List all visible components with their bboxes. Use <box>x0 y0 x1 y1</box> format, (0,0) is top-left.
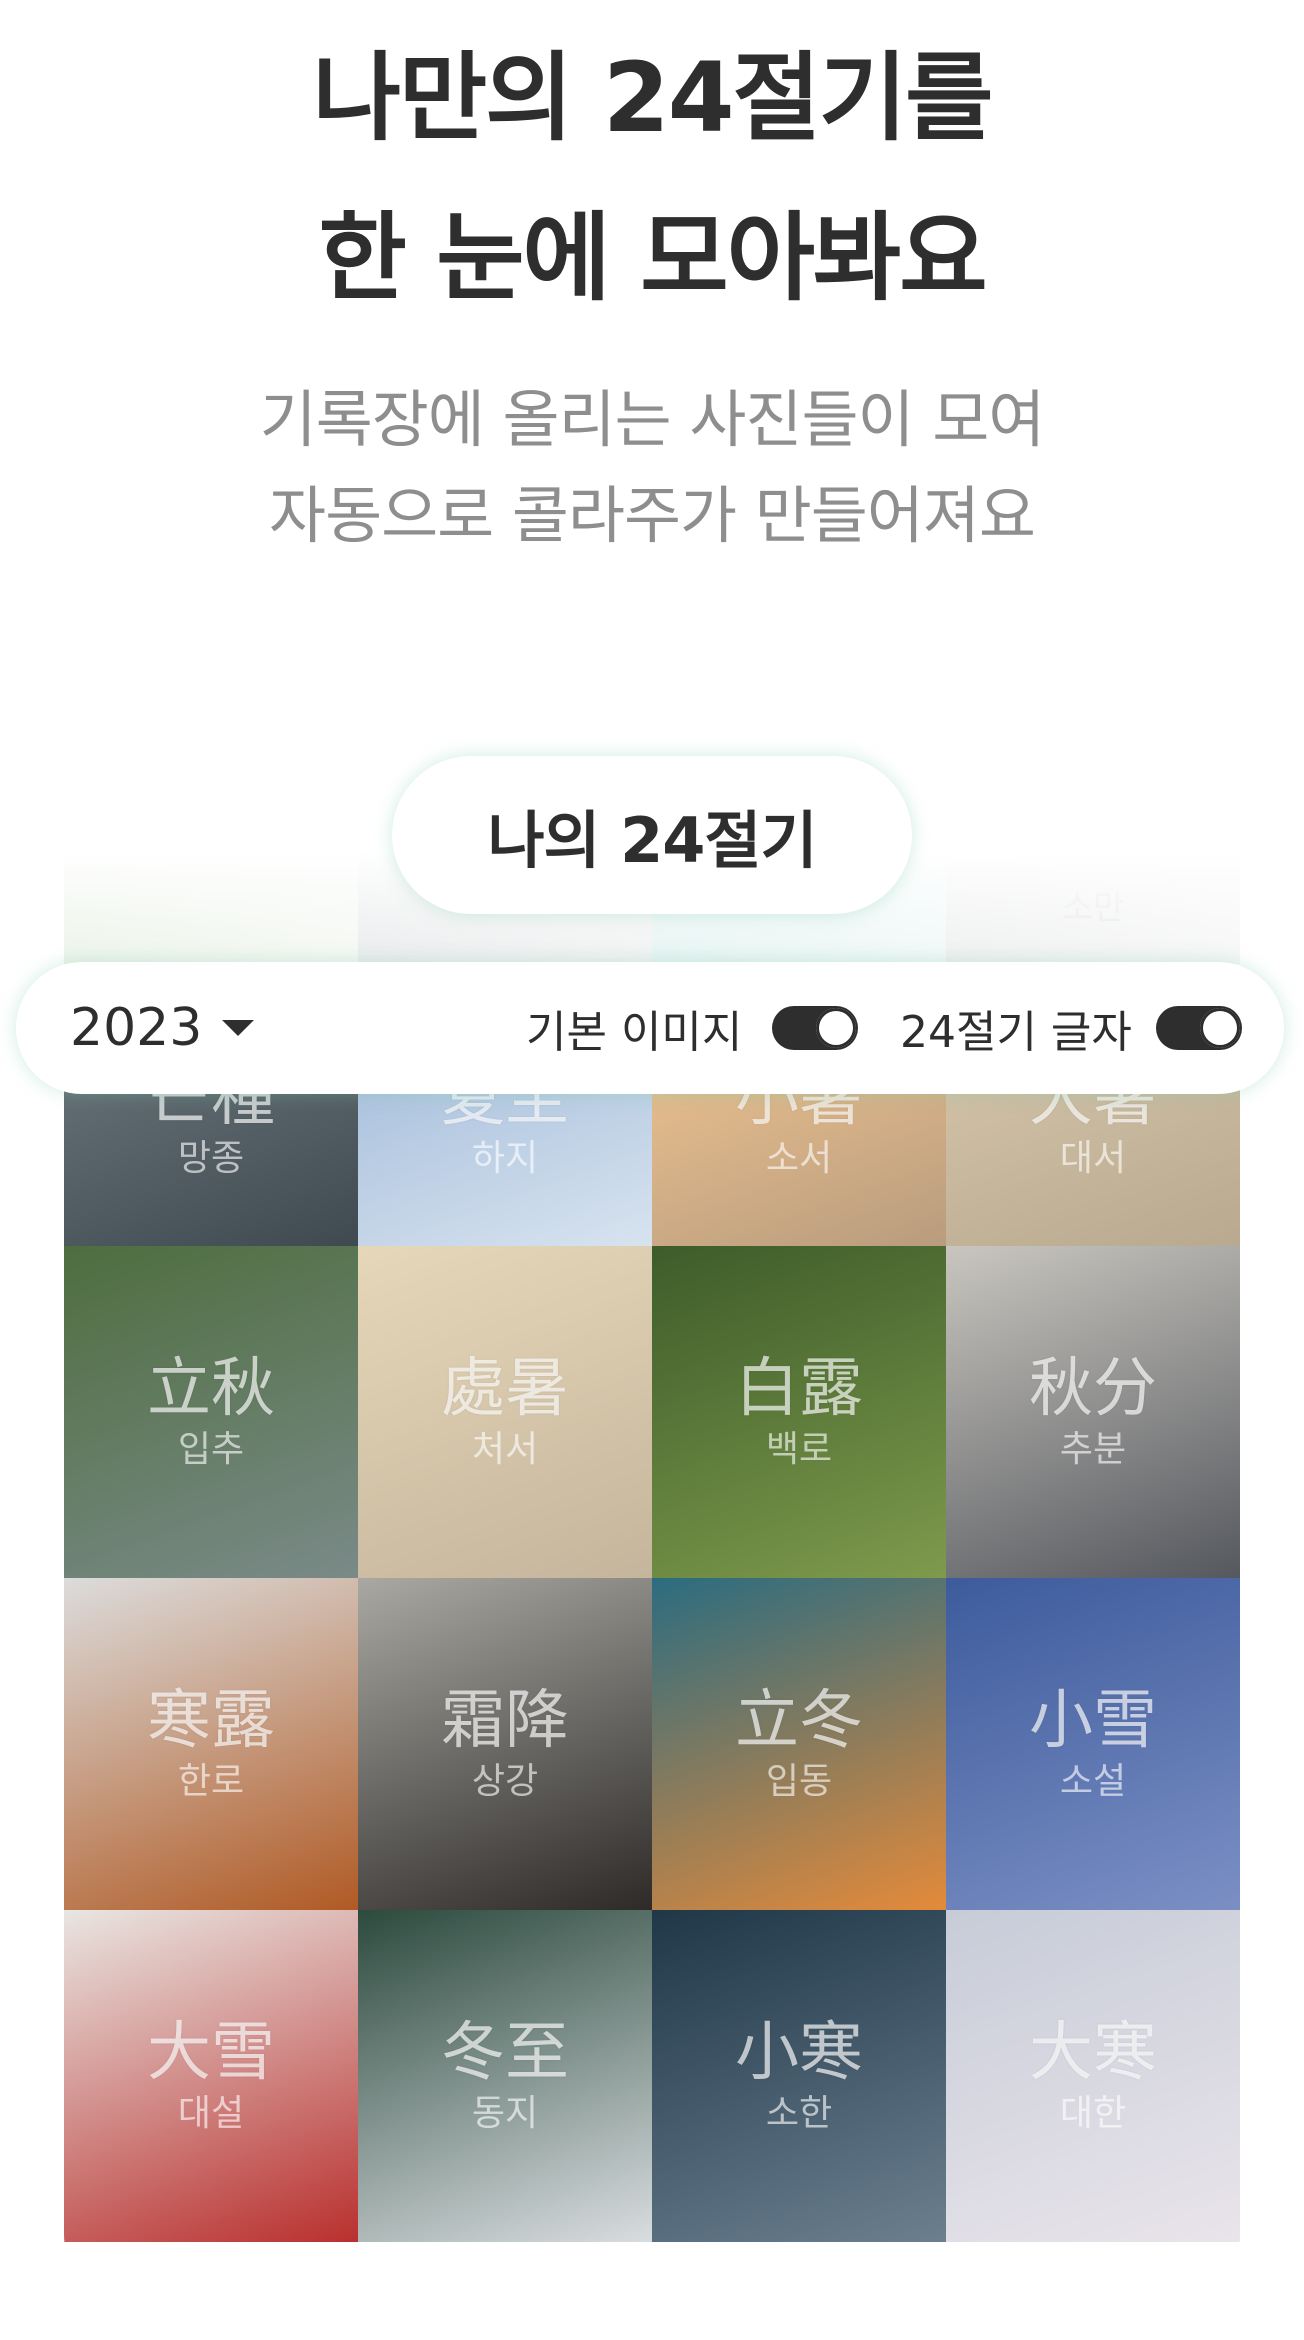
term-tile[interactable]: 立秋 입추 <box>64 1246 358 1578</box>
term-hangul: 상강 <box>471 1761 539 1802</box>
term-hanja: 立冬 <box>735 1684 863 1758</box>
subtitle: 기록장에 올리는 사진들이 모여 자동으로 콜라주가 만들어져요 <box>0 372 1304 564</box>
default-image-toggle[interactable] <box>772 1006 858 1050</box>
term-hangul: 백로 <box>765 1429 833 1470</box>
term-hanja: 霜降 <box>441 1684 569 1758</box>
term-hanja: 小寒 <box>735 2016 863 2090</box>
term-tile[interactable]: 大雪 대설 <box>64 1910 358 2242</box>
term-hangul: 대서 <box>1059 1138 1127 1179</box>
term-text-toggle[interactable] <box>1156 1006 1242 1050</box>
term-hanja: 大雪 <box>147 2016 275 2090</box>
term-hanja: 冬至 <box>441 2016 569 2090</box>
term-tile[interactable]: 立冬 입동 <box>652 1578 946 1910</box>
term-hangul: 동지 <box>471 2093 539 2134</box>
year-dropdown[interactable]: 2023 <box>70 962 255 1094</box>
collage-controls-bar: 2023 기본 이미지 24절기 글자 <box>16 962 1284 1094</box>
term-hangul: 소한 <box>765 2093 833 2134</box>
term-hanja: 寒露 <box>147 1684 275 1758</box>
headline-line-2: 한 눈에 모아봐요 <box>318 202 987 314</box>
term-text-label: 24절기 글자 <box>900 1007 1132 1058</box>
term-tile[interactable]: 處暑 처서 <box>358 1246 652 1578</box>
term-hangul: 입동 <box>765 1761 833 1802</box>
term-hanja: 立秋 <box>147 1352 275 1426</box>
term-tile[interactable]: 大寒 대한 <box>946 1910 1240 2242</box>
term-hangul: 소설 <box>1059 1761 1127 1802</box>
term-hanja: 秋分 <box>1029 1352 1157 1426</box>
default-image-label: 기본 이미지 <box>526 1007 743 1058</box>
term-hangul: 대설 <box>177 2093 245 2134</box>
toggle-knob-icon <box>1200 1008 1240 1048</box>
term-tile[interactable]: 冬至 동지 <box>358 1910 652 2242</box>
term-tile[interactable]: 小寒 소한 <box>652 1910 946 2242</box>
headline-line-1: 나만의 24절기를 <box>312 42 994 154</box>
term-hanja: 大寒 <box>1029 2016 1157 2090</box>
term-tile[interactable]: 小雪 소설 <box>946 1578 1240 1910</box>
term-hanja: 白露 <box>735 1352 863 1426</box>
term-hangul: 소서 <box>765 1138 833 1179</box>
term-tile[interactable]: 寒露 한로 <box>64 1578 358 1910</box>
term-hangul: 대한 <box>1059 2093 1127 2134</box>
headline: 나만의 24절기를 한 눈에 모아봐요 <box>0 18 1304 338</box>
term-hangul: 하지 <box>471 1138 539 1179</box>
caret-down-icon <box>222 1020 255 1036</box>
term-hangul: 추분 <box>1059 1429 1127 1470</box>
term-hangul: 한로 <box>177 1761 245 1802</box>
subtitle-line-1: 기록장에 올리는 사진들이 모여 <box>259 383 1046 456</box>
term-hanja: 小雪 <box>1029 1684 1157 1758</box>
term-tile[interactable]: 霜降 상강 <box>358 1578 652 1910</box>
my-24-terms-button[interactable]: 나의 24절기 <box>392 756 912 914</box>
term-tile[interactable]: 白露 백로 <box>652 1246 946 1578</box>
term-hangul: 입추 <box>177 1429 245 1470</box>
term-tile[interactable]: 秋分 추분 <box>946 1246 1240 1578</box>
term-hangul: 처서 <box>471 1429 539 1470</box>
term-hangul: 망종 <box>177 1138 245 1179</box>
toggle-knob-icon <box>816 1008 856 1048</box>
term-hanja: 處暑 <box>441 1352 569 1426</box>
subtitle-line-2: 자동으로 콜라주가 만들어져요 <box>269 479 1036 552</box>
year-value: 2023 <box>70 998 203 1058</box>
